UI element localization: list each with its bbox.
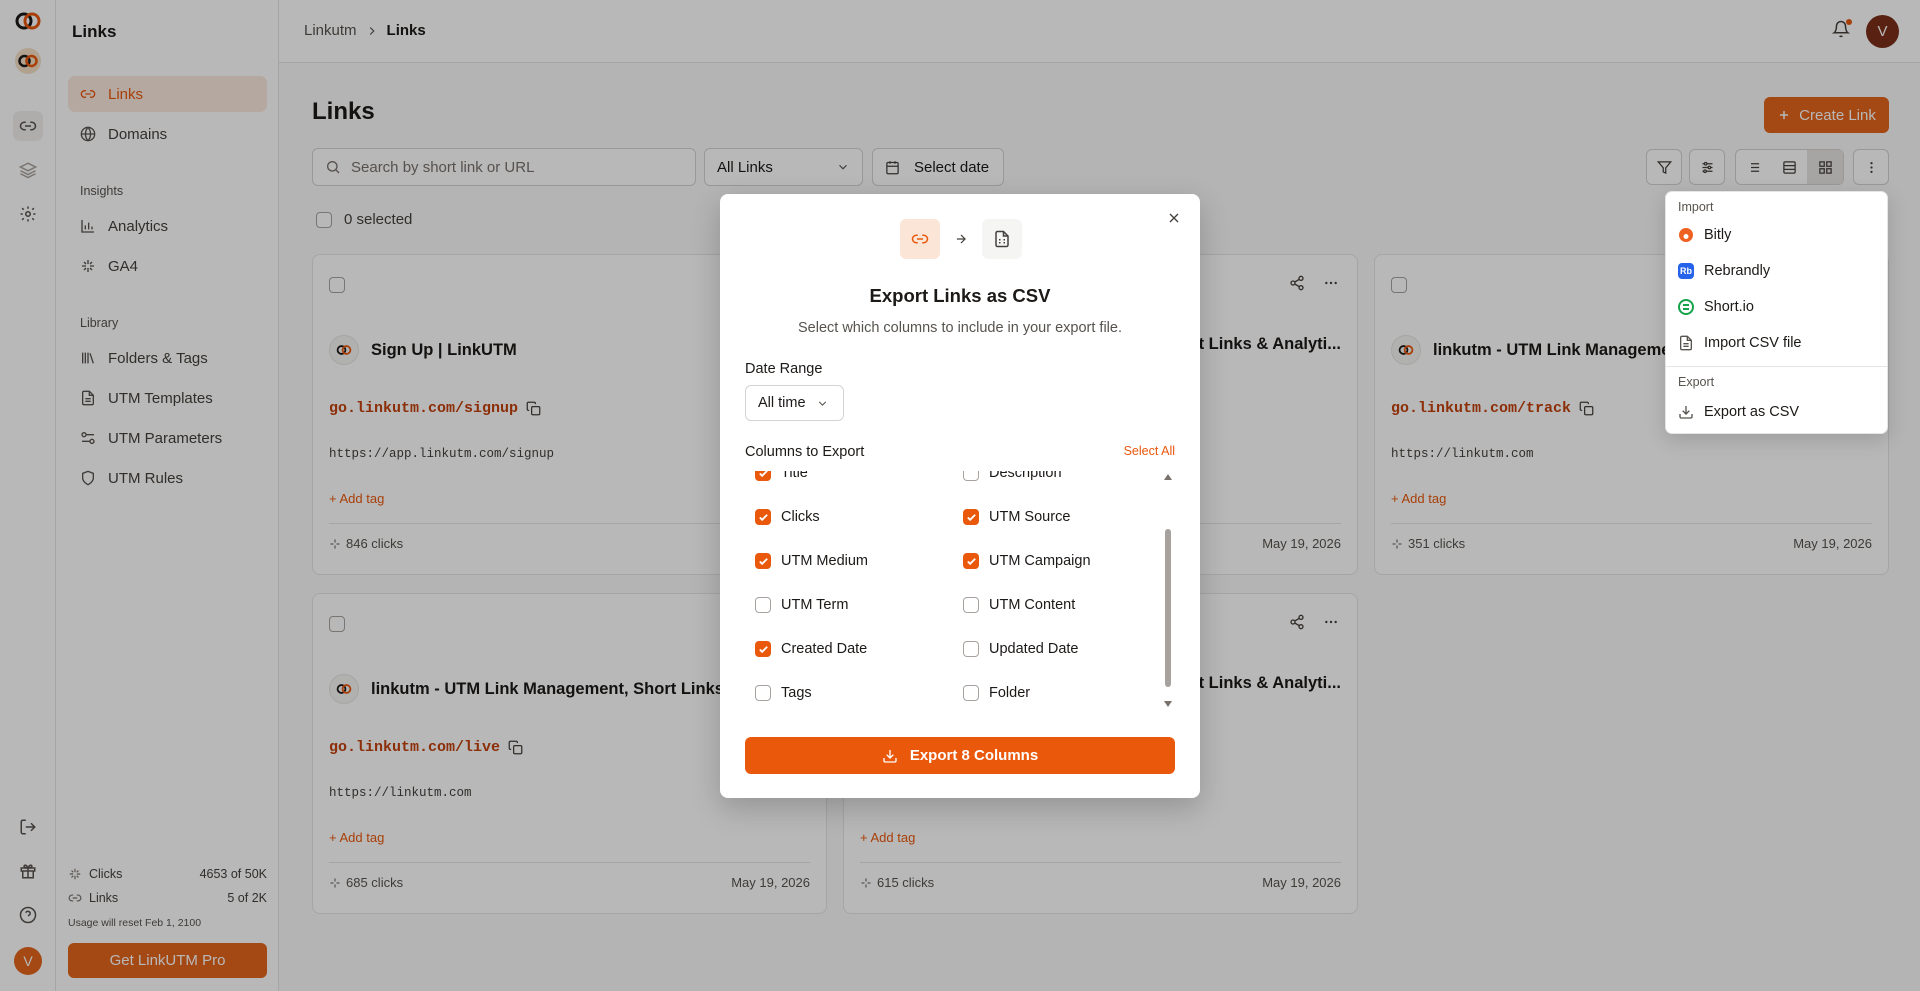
unchecked-checkbox[interactable] (755, 685, 771, 701)
date-range-value: All time (758, 395, 806, 411)
checked-checkbox[interactable] (755, 641, 771, 657)
menu-item-label: Short.io (1704, 299, 1754, 315)
unchecked-checkbox[interactable] (963, 685, 979, 701)
checkmark-icon (758, 471, 768, 477)
column-option-label: Updated Date (989, 641, 1079, 657)
menu-item-export-csv[interactable]: Export as CSV (1678, 404, 1799, 420)
column-option-label: Title (781, 471, 808, 481)
columns-label: Columns to Export (745, 444, 865, 460)
column-option[interactable]: Tags (755, 685, 812, 701)
column-option-label: Tags (781, 685, 812, 701)
column-option-label: UTM Term (781, 597, 849, 613)
column-option[interactable]: Updated Date (963, 641, 1078, 657)
export-button[interactable]: Export 8 Columns (745, 737, 1175, 774)
column-option[interactable]: UTM Term (755, 597, 848, 613)
scrollbar-thumb[interactable] (1165, 529, 1171, 687)
chevron-down-icon (818, 400, 826, 406)
column-option[interactable]: UTM Medium (755, 553, 868, 569)
unchecked-checkbox[interactable] (963, 471, 979, 481)
column-option[interactable]: UTM Campaign (963, 553, 1091, 569)
arrow-right-icon (956, 234, 966, 244)
menu-item-label: Import CSV file (1704, 335, 1802, 351)
checked-checkbox[interactable] (963, 553, 979, 569)
columns-list: Title Description Clicks UTM Source UTM Medi… (745, 471, 1170, 711)
column-option-label: Created Date (781, 641, 868, 657)
download-icon (1679, 406, 1693, 419)
checkmark-icon (966, 513, 976, 521)
select-all-link[interactable]: Select All (1124, 444, 1175, 458)
export-illustration (900, 219, 1022, 259)
menu-item-rebrandly[interactable]: Rb Rebrandly (1678, 263, 1770, 279)
checked-checkbox[interactable] (755, 509, 771, 525)
shortio-icon (1678, 299, 1694, 315)
checked-checkbox[interactable] (755, 553, 771, 569)
checkmark-icon (758, 513, 768, 521)
column-option-label: UTM Campaign (989, 553, 1091, 569)
menu-divider (1666, 366, 1887, 367)
scroll-up-arrow[interactable] (1164, 474, 1172, 480)
column-option[interactable]: Created Date (755, 641, 867, 657)
column-option-label: UTM Source (989, 509, 1071, 525)
spreadsheet-file-icon (982, 219, 1022, 259)
download-icon (883, 749, 897, 763)
checkmark-icon (758, 557, 768, 565)
menu-item-import-csv[interactable]: Import CSV file (1678, 335, 1802, 351)
import-section-label: Import (1678, 200, 1714, 214)
unchecked-checkbox[interactable] (755, 597, 771, 613)
column-option[interactable]: Folder (963, 685, 1030, 701)
bitly-icon (1678, 227, 1694, 243)
menu-item-shortio[interactable]: Short.io (1678, 299, 1754, 315)
menu-item-bitly[interactable]: Bitly (1678, 227, 1731, 243)
menu-item-label: Bitly (1704, 227, 1732, 243)
column-option-label: Description (989, 471, 1062, 481)
column-option[interactable]: Description (963, 471, 1062, 481)
dialog-title: Export Links as CSV (869, 285, 1051, 306)
export-button-label: Export 8 Columns (909, 747, 1039, 764)
column-option-label: UTM Medium (781, 553, 869, 569)
import-export-menu: Import Bitly Rb Rebrandly Short.io Impor… (1665, 191, 1888, 434)
unchecked-checkbox[interactable] (963, 597, 979, 613)
checked-checkbox[interactable] (963, 509, 979, 525)
checked-checkbox[interactable] (755, 471, 771, 481)
file-icon (1680, 335, 1692, 351)
menu-item-label: Export as CSV (1704, 404, 1800, 420)
columns-scrollbar[interactable] (1163, 472, 1173, 709)
column-option[interactable]: Title (755, 471, 808, 481)
column-option[interactable]: UTM Source (963, 509, 1070, 525)
column-option[interactable]: UTM Content (963, 597, 1075, 613)
date-range-label: Date Range (745, 361, 823, 377)
column-option[interactable]: Clicks (755, 509, 820, 525)
column-option-label: UTM Content (989, 597, 1076, 613)
export-csv-dialog: Export Links as CSV Select which columns… (720, 194, 1200, 798)
checkmark-icon (758, 645, 768, 653)
unchecked-checkbox[interactable] (963, 641, 979, 657)
column-option-label: Folder (989, 685, 1031, 701)
export-section-label: Export (1678, 375, 1715, 389)
scroll-down-arrow[interactable] (1164, 701, 1172, 707)
rebrandly-icon: Rb (1678, 263, 1694, 279)
menu-item-label: Rebrandly (1704, 263, 1771, 279)
close-icon[interactable] (1166, 210, 1182, 226)
link-icon (900, 219, 940, 259)
dialog-subtitle: Select which columns to include in your … (798, 320, 1122, 336)
date-range-select[interactable]: All time (745, 385, 844, 421)
column-option-label: Clicks (781, 509, 820, 525)
checkmark-icon (966, 557, 976, 565)
